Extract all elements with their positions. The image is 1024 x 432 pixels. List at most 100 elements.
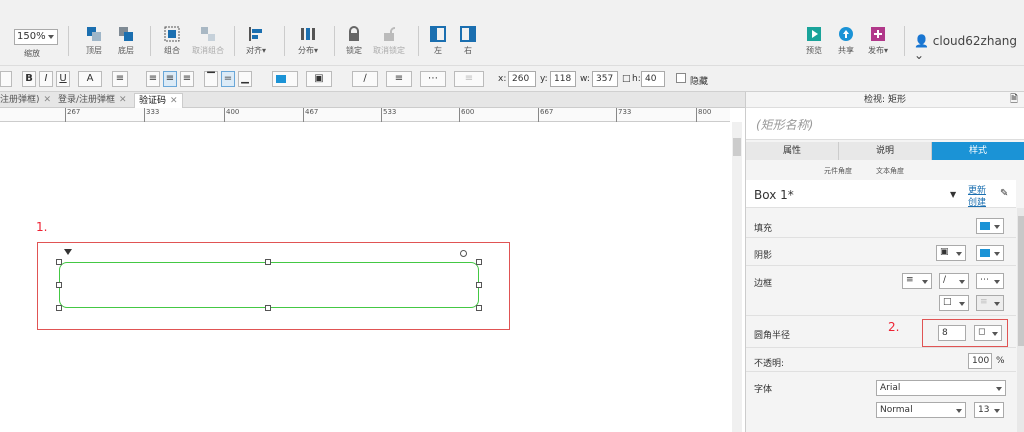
x-input[interactable]: 260 bbox=[508, 71, 536, 87]
ruler-label: 267 bbox=[65, 108, 80, 122]
shadow-label: 阴影 bbox=[754, 251, 773, 261]
font-color-button[interactable]: A bbox=[78, 71, 102, 87]
corner-radius-handle-icon[interactable] bbox=[64, 249, 72, 255]
align-right-button[interactable]: ≡ bbox=[180, 71, 194, 87]
selected-rectangle[interactable] bbox=[59, 262, 479, 308]
fill-color-dropdown[interactable] bbox=[976, 218, 1004, 234]
outer-shadow-dropdown[interactable]: ▣ bbox=[936, 245, 966, 261]
underline-button[interactable]: U bbox=[56, 71, 70, 87]
user-icon: 👤 bbox=[914, 34, 929, 48]
font-label: 字体 bbox=[754, 385, 773, 395]
bring-front-icon bbox=[87, 27, 101, 41]
inspector-panel: 检视: 矩形 🗎 (矩形名称) 属性 说明 样式 元件角度 文本角度 Box 1… bbox=[745, 92, 1024, 432]
lock-ratio-icon[interactable]: □ bbox=[622, 74, 631, 84]
resize-handle[interactable] bbox=[476, 305, 482, 311]
share-button[interactable]: 共享 bbox=[834, 26, 858, 56]
font-weight-dropdown[interactable]: Normal bbox=[876, 402, 966, 418]
shadow-color-dropdown[interactable] bbox=[976, 245, 1004, 261]
align-icon bbox=[249, 27, 262, 41]
chevron-down-icon[interactable]: ▼ bbox=[950, 190, 956, 199]
italic-button[interactable]: I bbox=[39, 71, 53, 87]
resize-handle[interactable] bbox=[265, 259, 271, 265]
publish-button[interactable]: 发布▾ bbox=[866, 26, 890, 56]
fill-label: 填充 bbox=[754, 224, 773, 234]
username: cloud62zhang bbox=[932, 34, 1018, 48]
resize-handle[interactable] bbox=[476, 259, 482, 265]
resize-handle[interactable] bbox=[265, 305, 271, 311]
font-size-dropdown[interactable]: 13 bbox=[974, 402, 1004, 418]
border-label: 边框 bbox=[754, 279, 773, 289]
lock-button[interactable]: 锁定 bbox=[344, 26, 364, 56]
font-family-dropdown[interactable]: Arial bbox=[876, 380, 1006, 396]
corner-style-dropdown[interactable]: ◻ bbox=[974, 325, 1002, 341]
rotate-handle-icon[interactable] bbox=[460, 250, 467, 257]
align-left-button[interactable]: ≡ bbox=[146, 71, 160, 87]
font-dropdown[interactable] bbox=[0, 71, 12, 87]
bold-button[interactable]: B bbox=[22, 71, 36, 87]
align-center-button[interactable]: ≡ bbox=[163, 71, 177, 87]
border-visibility-dropdown[interactable]: □ bbox=[939, 295, 969, 311]
ungroup-icon bbox=[201, 27, 215, 41]
y-input[interactable]: 118 bbox=[550, 71, 576, 87]
group-button[interactable]: 组合 bbox=[160, 26, 184, 56]
create-link[interactable]: 创建 bbox=[968, 195, 986, 208]
ungroup-button[interactable]: 取消组合 bbox=[190, 26, 226, 56]
border-weight-dropdown[interactable]: ≡ bbox=[902, 273, 932, 289]
distribute-button[interactable]: 分布▾ bbox=[294, 26, 322, 56]
align-middle-button[interactable]: = bbox=[221, 71, 235, 87]
ruler-label: 600 bbox=[459, 108, 474, 122]
resize-handle[interactable] bbox=[56, 305, 62, 311]
border-color-dropdown[interactable]: ∕ bbox=[939, 273, 969, 289]
bullet-list-button[interactable]: ≡ bbox=[112, 71, 128, 87]
resize-handle[interactable] bbox=[56, 259, 62, 265]
edit-style-icon[interactable]: ✎ bbox=[1000, 188, 1008, 199]
tab-page-1[interactable]: 注册弹框) ✕ bbox=[0, 93, 55, 108]
left-pane-button[interactable]: 左 bbox=[428, 26, 448, 56]
resize-handle[interactable] bbox=[56, 282, 62, 288]
align-button[interactable]: 对齐▾ bbox=[244, 26, 268, 56]
tab-properties[interactable]: 属性 bbox=[746, 142, 839, 160]
canvas-scrollbar[interactable] bbox=[732, 122, 742, 432]
opacity-input[interactable]: 100 bbox=[968, 353, 992, 369]
preview-button[interactable]: 预览 bbox=[802, 26, 826, 56]
design-canvas[interactable]: 1. bbox=[0, 122, 730, 432]
tab-notes[interactable]: 说明 bbox=[839, 142, 932, 160]
align-bottom-button[interactable]: ▁ bbox=[238, 71, 252, 87]
send-to-bottom-button[interactable]: 底层 bbox=[114, 26, 138, 56]
resize-handle[interactable] bbox=[476, 282, 482, 288]
tab-page-3[interactable]: 验证码 ✕ bbox=[134, 93, 183, 108]
shape-name-field[interactable]: (矩形名称) bbox=[746, 108, 1024, 140]
w-input[interactable]: 357 bbox=[592, 71, 618, 87]
shadow-button[interactable]: ▣ bbox=[306, 71, 332, 87]
ruler-label: 467 bbox=[303, 108, 318, 122]
page-icon[interactable]: 🗎 bbox=[1010, 92, 1018, 108]
border-style-dropdown[interactable]: ⋯ bbox=[976, 273, 1004, 289]
panel-title: 检视: 矩形 bbox=[864, 95, 906, 105]
corner-radius-input[interactable]: 8 bbox=[938, 325, 966, 341]
zoom-select[interactable]: 150% bbox=[14, 29, 58, 45]
opacity-unit: % bbox=[996, 356, 1005, 366]
fill-color-button[interactable] bbox=[272, 71, 298, 87]
line-color-button[interactable]: ∕ bbox=[352, 71, 378, 87]
unlock-button[interactable]: 取消锁定 bbox=[372, 26, 406, 56]
tab-style[interactable]: 样式 bbox=[932, 142, 1024, 160]
user-menu[interactable]: 👤 cloud62zhang ⌄ bbox=[914, 34, 1024, 62]
right-pane-button[interactable]: 右 bbox=[458, 26, 478, 56]
arrow-style-dropdown[interactable]: ≡ bbox=[976, 295, 1004, 311]
tab-page-2[interactable]: 登录/注册弹框 ✕ bbox=[54, 93, 131, 108]
panel-scrollbar[interactable] bbox=[1017, 208, 1024, 432]
line-style-button[interactable]: ⋯ bbox=[420, 71, 446, 87]
group-icon bbox=[164, 26, 180, 42]
hidden-checkbox[interactable] bbox=[676, 73, 686, 83]
ruler-label: 667 bbox=[538, 108, 553, 122]
ruler-label: 400 bbox=[224, 108, 239, 122]
align-top-button[interactable]: ▔ bbox=[204, 71, 218, 87]
h-input[interactable]: 40 bbox=[641, 71, 665, 87]
close-icon: ✕ bbox=[119, 95, 127, 105]
publish-icon bbox=[871, 27, 885, 41]
format-toolbar: B I U A ≡ ≡ ≡ ≡ ▔ = ▁ ▣ ∕ ≡ ⋯ ≡ x: 260 y… bbox=[0, 66, 1024, 92]
line-weight-button[interactable]: ≡ bbox=[386, 71, 412, 87]
page-tabs: 注册弹框) ✕ 登录/注册弹框 ✕ 验证码 ✕ bbox=[0, 92, 745, 108]
bring-to-top-button[interactable]: 顶层 bbox=[82, 26, 106, 56]
arrow-style-button[interactable]: ≡ bbox=[454, 71, 484, 87]
